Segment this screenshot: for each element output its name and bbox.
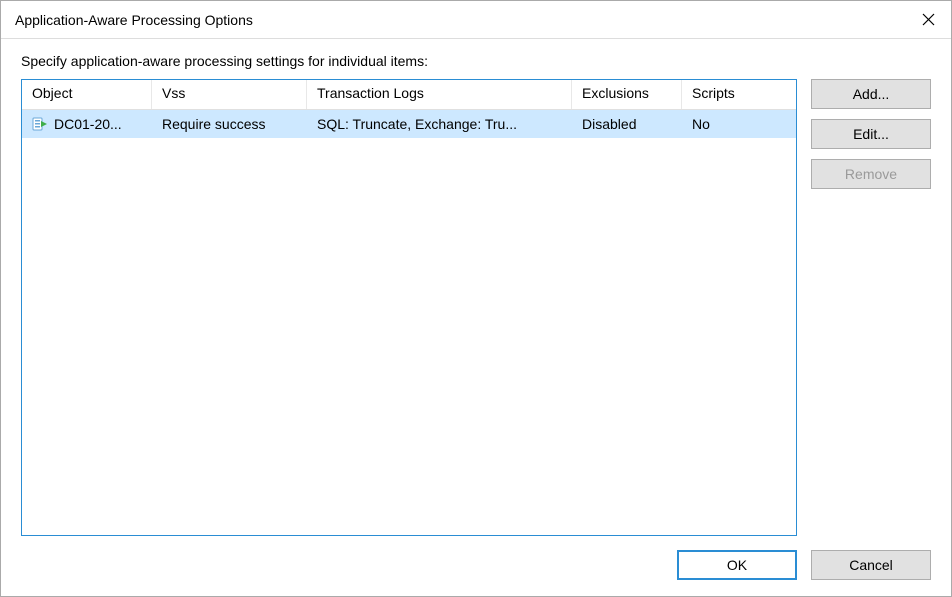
titlebar: Application-Aware Processing Options (1, 1, 951, 39)
items-grid[interactable]: Object Vss Transaction Logs Exclusions S… (21, 79, 797, 536)
main-row: Object Vss Transaction Logs Exclusions S… (21, 79, 931, 536)
col-header-vss[interactable]: Vss (152, 80, 307, 109)
ok-button[interactable]: OK (677, 550, 797, 580)
dialog-window: Application-Aware Processing Options Spe… (0, 0, 952, 597)
col-header-scripts[interactable]: Scripts (682, 80, 796, 109)
dialog-footer: OK Cancel (21, 536, 931, 580)
close-button[interactable] (905, 1, 951, 39)
table-row[interactable]: DC01-20... Require success SQL: Truncate… (22, 110, 796, 138)
side-buttons: Add... Edit... Remove (811, 79, 931, 536)
dialog-content: Specify application-aware processing set… (1, 39, 951, 596)
cell-exclusions: Disabled (572, 112, 682, 136)
cell-object-text: DC01-20... (54, 116, 122, 132)
edit-button[interactable]: Edit... (811, 119, 931, 149)
close-icon (922, 13, 935, 26)
col-header-exclusions[interactable]: Exclusions (572, 80, 682, 109)
remove-button: Remove (811, 159, 931, 189)
grid-header: Object Vss Transaction Logs Exclusions S… (22, 80, 796, 110)
col-header-object[interactable]: Object (22, 80, 152, 109)
vm-icon (32, 116, 48, 132)
cell-tlogs: SQL: Truncate, Exchange: Tru... (307, 112, 572, 136)
cell-scripts: No (682, 112, 796, 136)
cell-object: DC01-20... (22, 112, 152, 136)
cancel-button[interactable]: Cancel (811, 550, 931, 580)
cell-vss: Require success (152, 112, 307, 136)
window-title: Application-Aware Processing Options (15, 12, 253, 28)
description-label: Specify application-aware processing set… (21, 53, 931, 69)
add-button[interactable]: Add... (811, 79, 931, 109)
col-header-tlogs[interactable]: Transaction Logs (307, 80, 572, 109)
